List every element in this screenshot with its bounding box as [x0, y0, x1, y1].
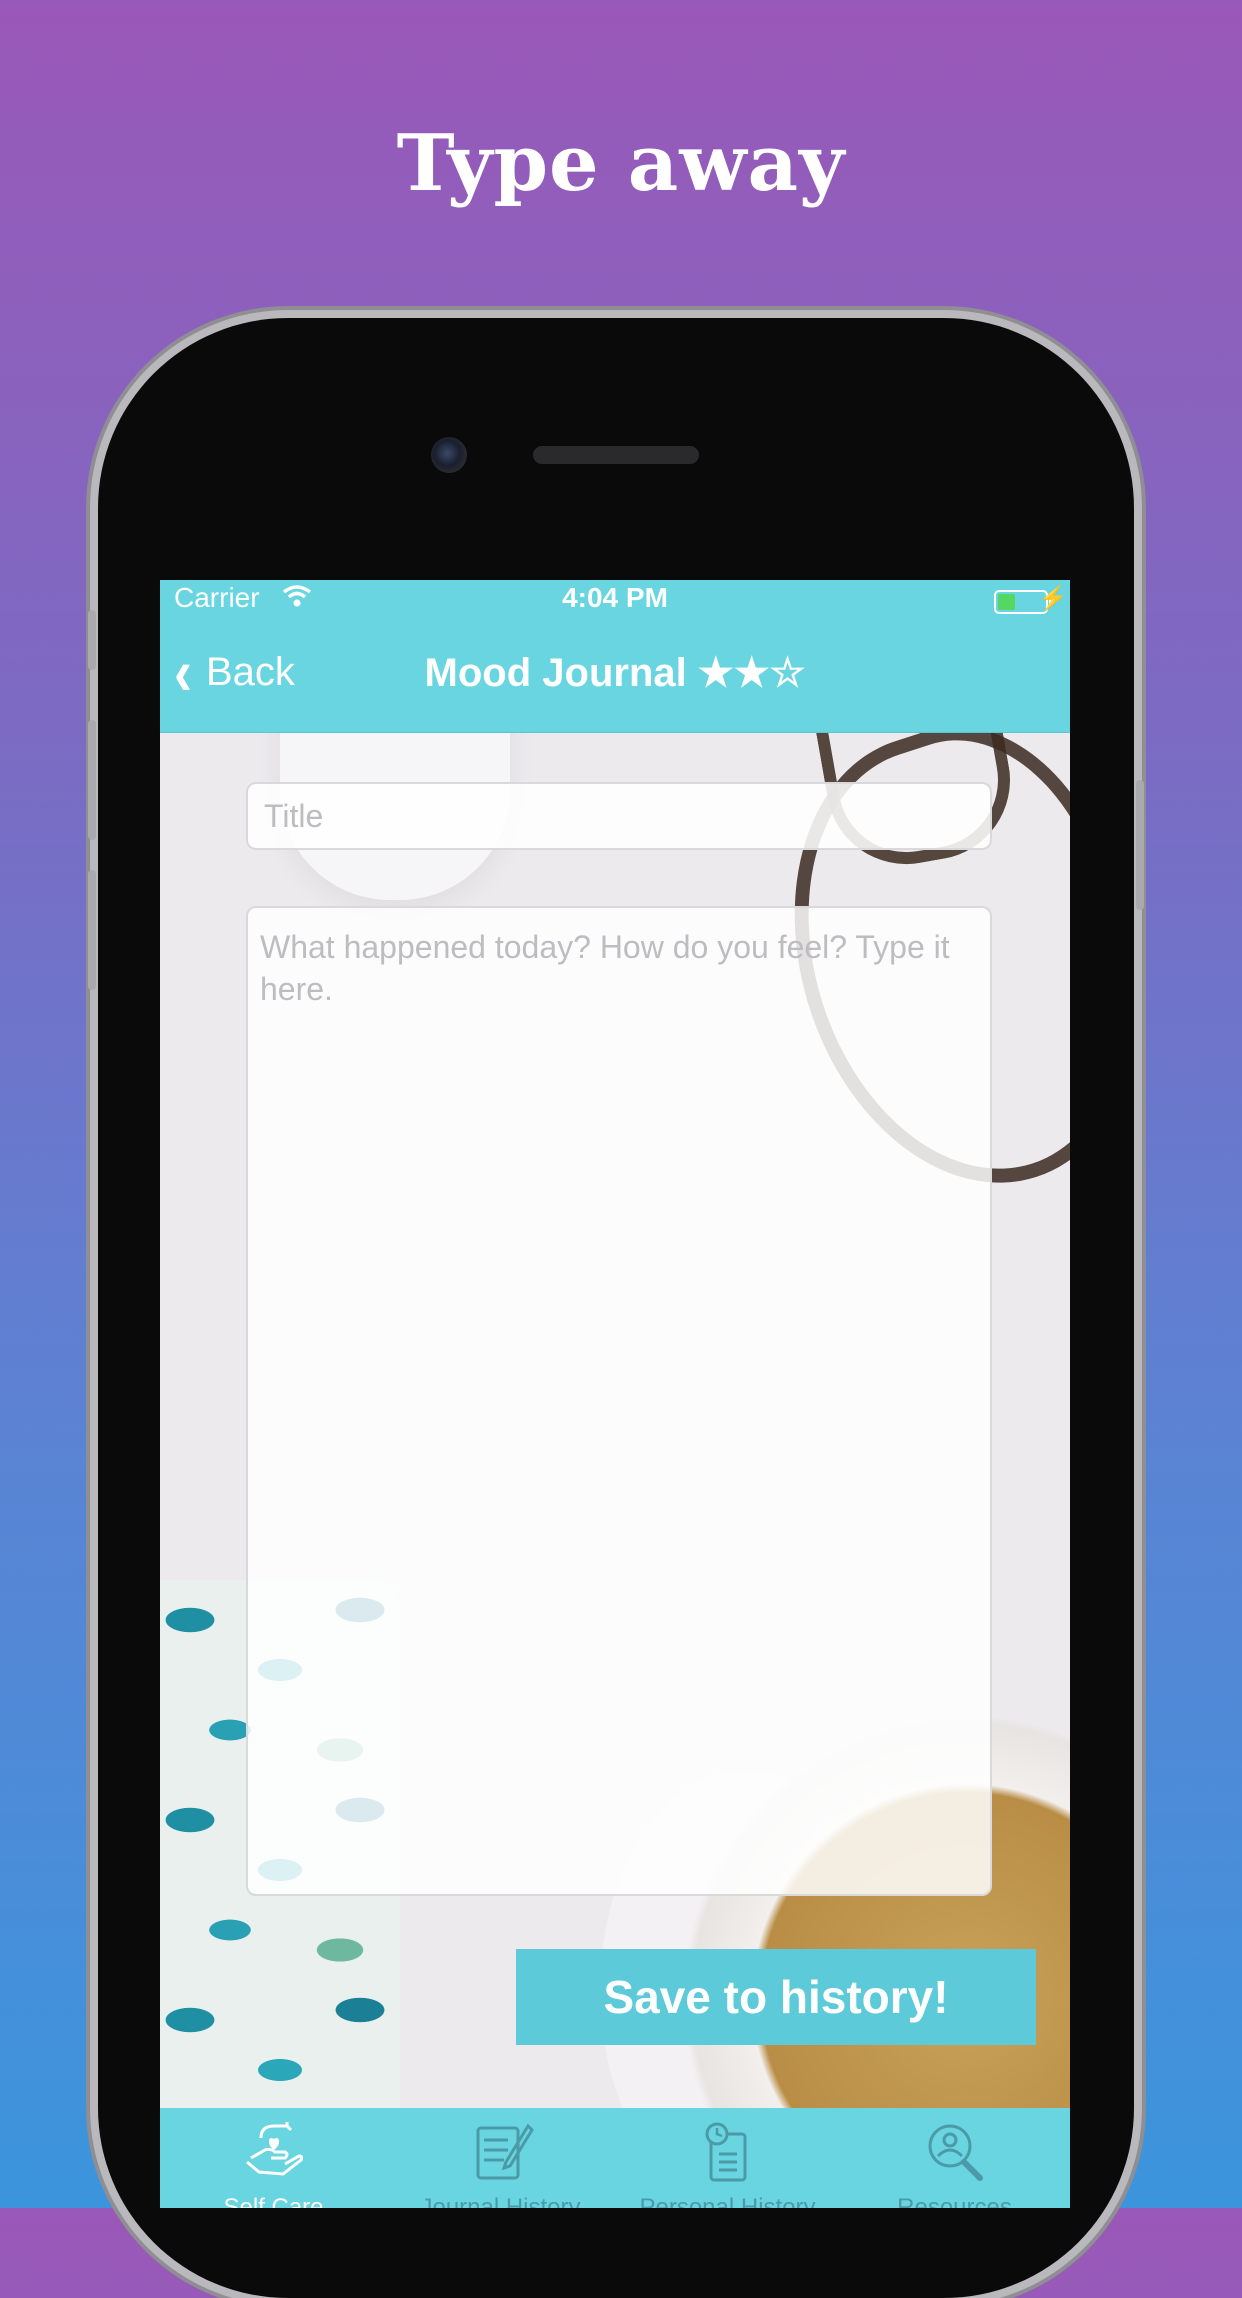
front-camera [431, 437, 467, 473]
earpiece-speaker [533, 446, 699, 464]
tab-journal-history[interactable]: Journal History [387, 2108, 614, 2208]
tab-self-care[interactable]: Self Care [160, 2108, 387, 2208]
mute-switch [88, 610, 96, 670]
volume-up-button [88, 720, 96, 840]
app-screen: Carrier 4:04 PM ⚡ ‹ Back Mood Journal ★★… [160, 580, 1070, 2208]
resources-icon [928, 2124, 983, 2181]
charging-icon: ⚡ [1038, 585, 1068, 612]
tab-personal-history[interactable]: Personal History [614, 2108, 841, 2208]
tab-label-self-care: Self Care [223, 2194, 324, 2208]
status-bar: Carrier 4:04 PM ⚡ [160, 580, 1070, 620]
save-to-history-button[interactable]: Save to history! [516, 1949, 1036, 2045]
tab-label-journal-history: Journal History [420, 2194, 581, 2208]
navigation-bar: ‹ Back Mood Journal ★★☆ [160, 620, 1070, 733]
status-time: 4:04 PM [562, 582, 668, 613]
personal-history-icon [705, 2122, 746, 2182]
power-button [1136, 780, 1144, 910]
journal-history-icon [476, 2123, 534, 2180]
tab-bar: Self Care Journal History Personal Histo… [160, 2108, 1070, 2208]
journal-entry-textarea[interactable]: What happened today? How do you feel? Ty… [246, 906, 992, 1896]
volume-down-button [88, 870, 96, 990]
marketing-headline: Type away [396, 118, 846, 209]
tab-label-personal-history: Personal History [639, 2194, 816, 2208]
tab-label-resources: Resources [897, 2194, 1012, 2208]
title-input[interactable]: Title [246, 782, 992, 850]
tab-resources[interactable]: Resources [841, 2108, 1068, 2208]
page-title: Mood Journal ★★☆ [424, 651, 806, 695]
self-care-icon [245, 2122, 303, 2176]
